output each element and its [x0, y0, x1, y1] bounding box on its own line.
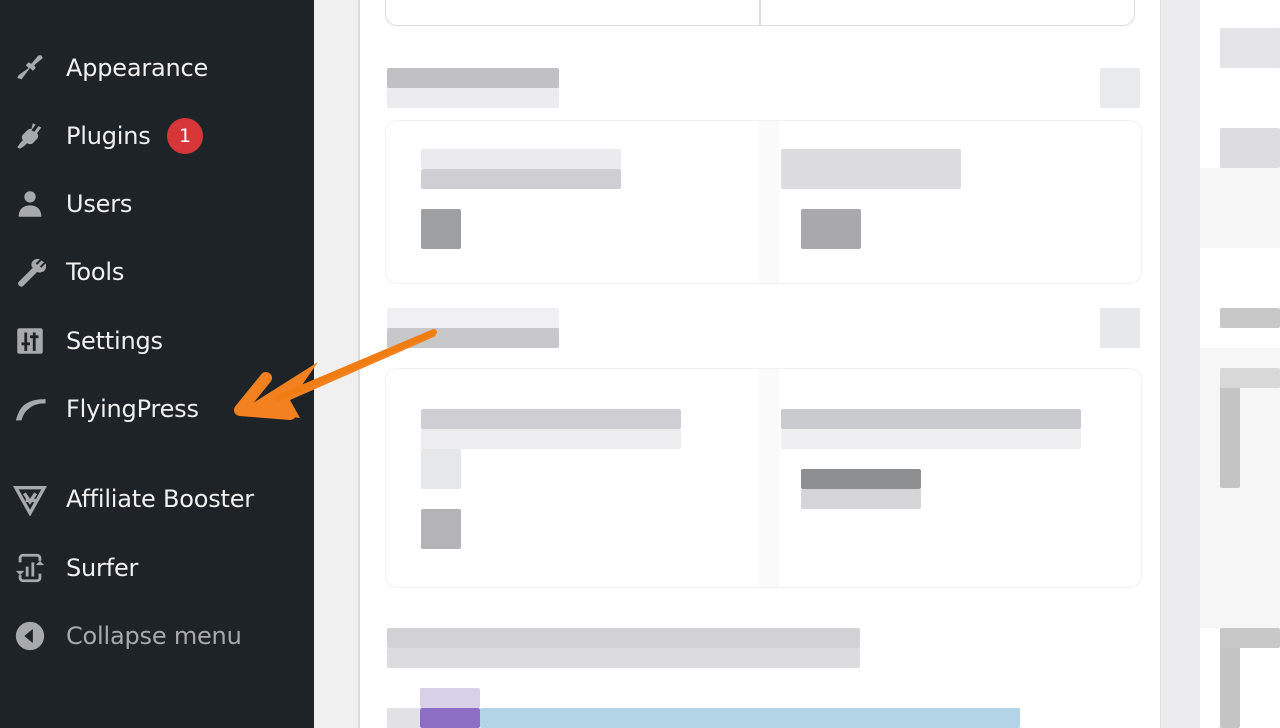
blurred-bar-segment	[420, 708, 480, 728]
blurred-text	[781, 409, 1081, 429]
sidebar-item-label: Collapse menu	[66, 622, 242, 650]
sidebar-item-label: Tools	[66, 258, 125, 286]
sidebar-item-label: Plugins	[66, 122, 151, 150]
collapse-arrow-icon	[12, 618, 48, 654]
blurred-section-subheading	[387, 648, 860, 668]
blurred-section-heading	[387, 628, 860, 648]
blurred-icon	[1100, 68, 1140, 108]
sidebar-item-affiliate-booster[interactable]: Affiliate Booster	[0, 471, 314, 527]
main-content-blurred	[360, 0, 1160, 728]
blurred-bracket	[1220, 628, 1280, 648]
wrench-icon	[12, 254, 48, 290]
collapse-menu-button[interactable]: Collapse menu	[0, 608, 314, 664]
sidebar-item-appearance[interactable]: Appearance	[0, 40, 314, 96]
sidebar-item-label: Users	[66, 190, 133, 218]
plugin-icon	[12, 118, 48, 154]
blurred-text	[421, 449, 461, 489]
blurred-value	[801, 489, 921, 509]
admin-sidebar: Appearance Plugins 1 Users Tools Setting…	[0, 0, 314, 728]
content-gutter	[314, 0, 360, 728]
sidebar-item-label: Settings	[66, 327, 163, 355]
blurred-section-subheading	[387, 328, 559, 348]
sidebar-item-tools[interactable]: Tools	[0, 244, 314, 300]
blurred-section-subheading	[387, 88, 559, 108]
user-icon	[12, 186, 48, 222]
sidebar-item-label: Surfer	[66, 554, 139, 582]
stats-card-1	[385, 120, 1142, 284]
sidebar-item-users[interactable]: Users	[0, 176, 314, 232]
blurred-text	[421, 169, 621, 189]
blurred-legend	[420, 688, 480, 708]
top-card	[385, 0, 1135, 26]
settings-sliders-icon	[12, 323, 48, 359]
blurred-icon	[1100, 308, 1140, 348]
blurred-bar-segment	[387, 708, 420, 728]
sidebar-item-flyingpress[interactable]: FlyingPress	[0, 381, 314, 437]
card-divider	[759, 0, 761, 25]
blurred-text	[421, 429, 681, 449]
blurred-bracket	[1220, 368, 1280, 388]
sidebar-item-surfer[interactable]: Surfer	[0, 540, 314, 596]
paintbrush-icon	[12, 50, 48, 86]
blurred-text	[781, 149, 961, 189]
sidebar-item-label: FlyingPress	[66, 395, 199, 423]
update-count-badge: 1	[167, 118, 203, 154]
affiliate-booster-logo-icon	[12, 481, 48, 517]
right-panel-blurred	[1200, 0, 1280, 728]
blurred-section-heading	[387, 68, 559, 88]
blurred-value	[421, 209, 461, 249]
blurred-section-heading	[387, 308, 559, 328]
blurred-text	[1220, 308, 1280, 328]
sidebar-item-label: Appearance	[66, 54, 209, 82]
right-gutter	[1160, 0, 1201, 728]
blurred-text	[421, 149, 621, 169]
flyingpress-wing-icon	[12, 391, 48, 427]
blurred-text	[421, 409, 681, 429]
blurred-text	[1220, 128, 1280, 168]
blurred-block	[1200, 168, 1280, 248]
blurred-text	[781, 429, 1081, 449]
blurred-text	[1220, 28, 1280, 68]
sidebar-item-plugins[interactable]: Plugins 1	[0, 108, 314, 164]
blurred-bar-segment	[480, 708, 1020, 728]
stats-card-2	[385, 368, 1142, 588]
sidebar-item-label: Affiliate Booster	[66, 485, 254, 513]
blurred-value	[801, 469, 921, 489]
blurred-value	[421, 509, 461, 549]
blurred-block	[1200, 348, 1280, 628]
sidebar-item-settings[interactable]: Settings	[0, 313, 314, 369]
card-divider	[759, 369, 779, 587]
surfer-chart-icon	[12, 550, 48, 586]
blurred-value	[801, 209, 861, 249]
card-divider	[759, 121, 779, 283]
